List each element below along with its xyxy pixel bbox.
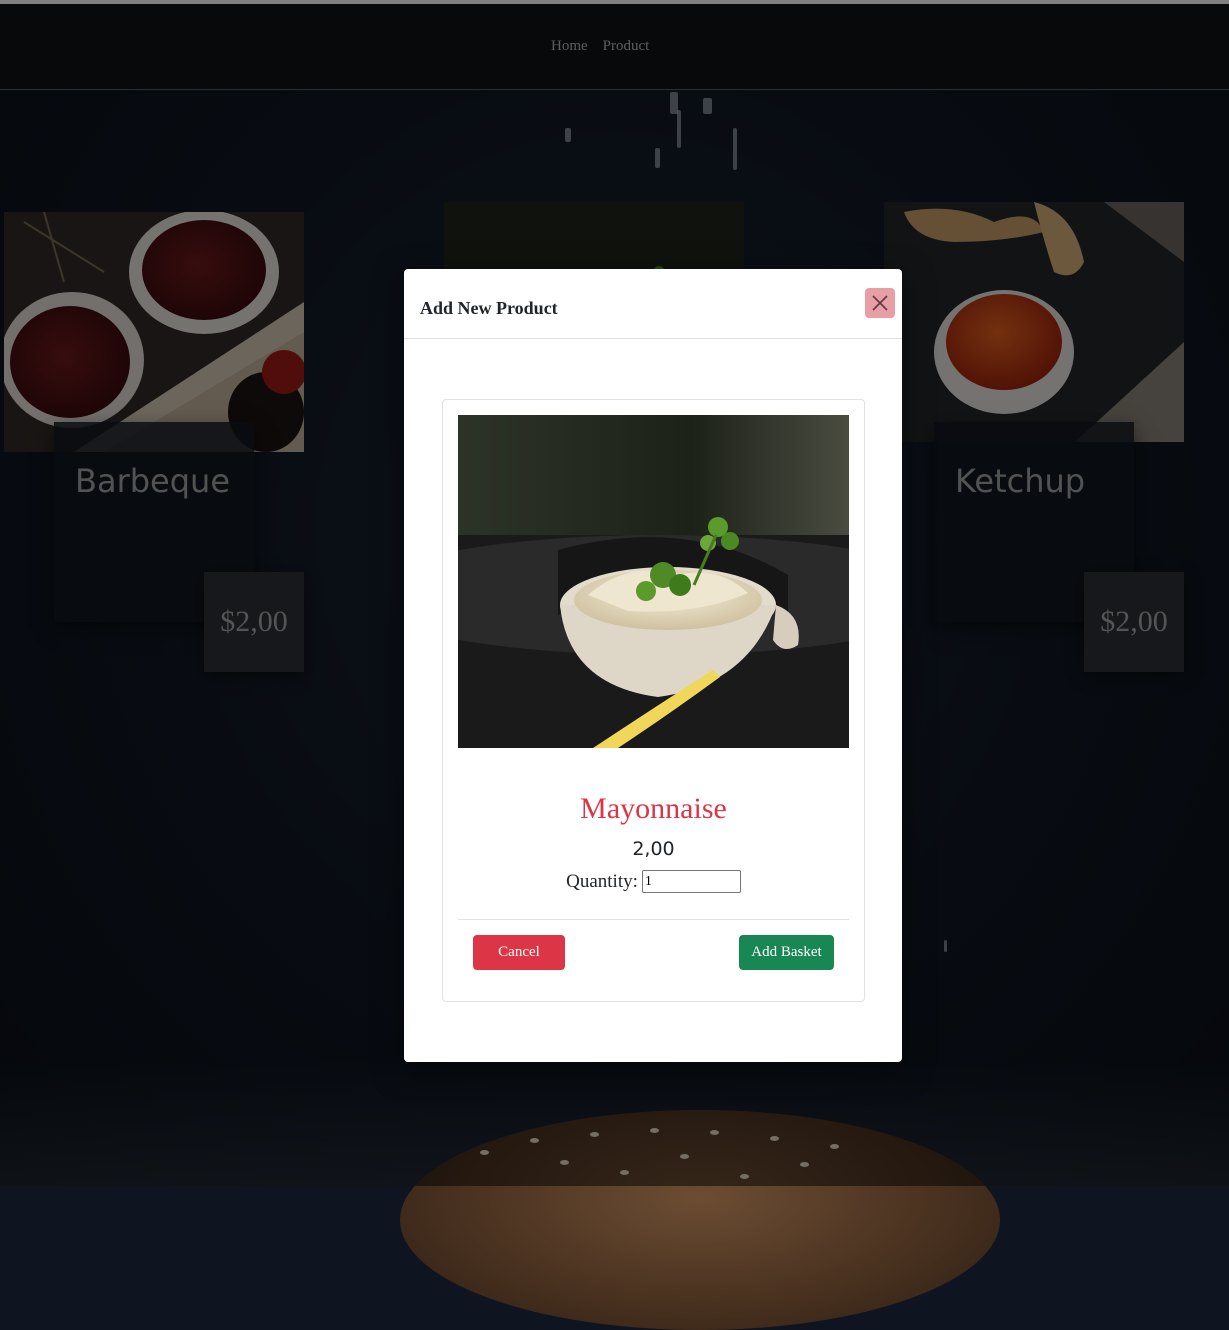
modal-header: Add New Product [404,269,902,339]
quantity-input[interactable] [641,870,741,893]
close-icon [872,295,888,311]
quantity-row: Quantity: [443,870,864,893]
quantity-label: Quantity: [566,870,638,892]
add-product-modal: Add New Product Mayonnaise 2,00 Quantity… [404,269,902,1062]
modal-title: Add New Product [420,298,558,318]
card-divider [458,919,849,920]
cancel-button[interactable]: Cancel [473,935,565,970]
product-name: Mayonnaise [580,792,727,825]
add-basket-button[interactable]: Add Basket [739,935,834,970]
product-price: 2,00 [632,838,675,860]
product-detail-card: Mayonnaise 2,00 Quantity: Cancel Add Bas… [442,399,865,1002]
product-image [458,415,849,748]
close-button[interactable] [865,288,895,318]
